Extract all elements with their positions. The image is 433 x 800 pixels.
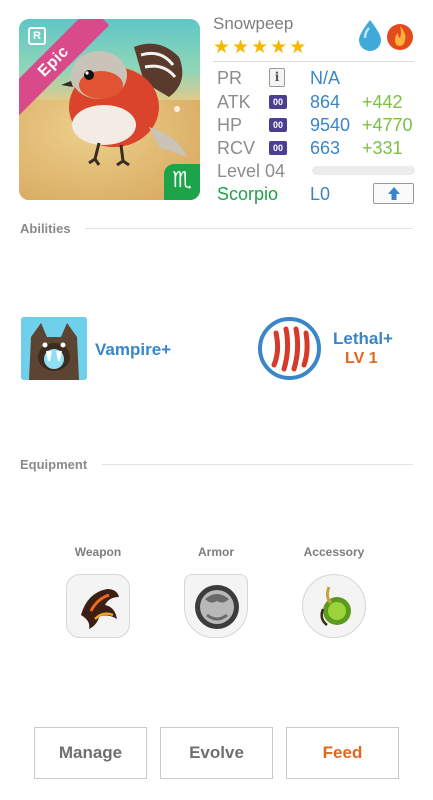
sign-level-up-button[interactable] <box>373 183 414 204</box>
claw-slash-icon <box>271 326 310 372</box>
monster-name: Snowpeep <box>213 14 294 33</box>
lava-claw-icon <box>81 589 119 629</box>
star-icon: ★ <box>213 36 231 58</box>
weapon-label: Weapon <box>74 545 122 559</box>
atk-label: ATK <box>217 92 251 112</box>
star-icon: ★ <box>232 36 250 58</box>
hp-value: 9540 <box>310 115 351 135</box>
manage-button[interactable]: Manage <box>34 727 147 779</box>
atk-value: 864 <box>310 92 341 112</box>
star-rating: ★ ★ ★ ★ ★ <box>213 37 306 57</box>
element-icons <box>355 18 415 52</box>
rcv-plus-badge: 00 <box>269 141 287 155</box>
lethal-ability-icon[interactable] <box>258 317 321 380</box>
atk-plus-badge: 00 <box>269 95 287 109</box>
rcv-bonus: +331 <box>362 138 403 158</box>
water-drop-icon <box>359 20 381 51</box>
rcv-value: 663 <box>310 138 341 158</box>
arrow-up-icon <box>387 187 400 200</box>
stats-divider <box>213 61 414 62</box>
hp-bonus: +4770 <box>362 115 413 135</box>
atk-bonus: +442 <box>362 92 403 112</box>
fire-icon <box>387 24 413 50</box>
rarity-r-badge: R <box>28 27 46 45</box>
sign-level-value: L0 <box>310 184 331 204</box>
evolve-button[interactable]: Evolve <box>160 727 273 779</box>
accessory-label: Accessory <box>303 545 365 559</box>
lethal-ability-level: LV 1 <box>345 350 378 367</box>
pr-label: PR <box>217 68 243 88</box>
pr-info-icon[interactable]: i <box>269 68 285 87</box>
green-charm-icon <box>320 586 351 626</box>
vampire-wolf-icon <box>21 317 87 380</box>
hp-label: HP <box>217 115 243 135</box>
star-icon: ★ <box>270 36 288 58</box>
armor-slot[interactable] <box>184 574 248 638</box>
monster-portrait[interactable]: R Epic ♏ <box>19 19 200 200</box>
abilities-heading: Abilities <box>20 221 71 236</box>
vampire-ability-name[interactable]: Vampire+ <box>95 340 171 360</box>
level-label: Level 04 <box>217 161 286 181</box>
lethal-ability-name[interactable]: Lethal+ <box>333 329 393 349</box>
pr-value: N/A <box>310 68 341 88</box>
weapon-slot[interactable] <box>66 574 130 638</box>
star-icon: ★ <box>289 36 307 58</box>
level-progress-bar <box>312 166 415 175</box>
feed-button[interactable]: Feed <box>286 727 399 779</box>
vampire-ability-icon[interactable] <box>21 317 87 380</box>
equipment-divider <box>102 464 413 465</box>
equipment-heading: Equipment <box>20 457 88 472</box>
hp-plus-badge: 00 <box>269 118 287 132</box>
armor-label: Armor <box>197 545 234 559</box>
star-icon: ★ <box>251 36 269 58</box>
zodiac-sign-icon: ♏ <box>164 164 200 200</box>
steel-armor-icon <box>195 585 239 629</box>
abilities-divider <box>85 228 413 229</box>
rcv-label: RCV <box>217 138 256 158</box>
zodiac-sign-label: Scorpio <box>217 184 279 204</box>
accessory-slot[interactable] <box>302 574 366 638</box>
